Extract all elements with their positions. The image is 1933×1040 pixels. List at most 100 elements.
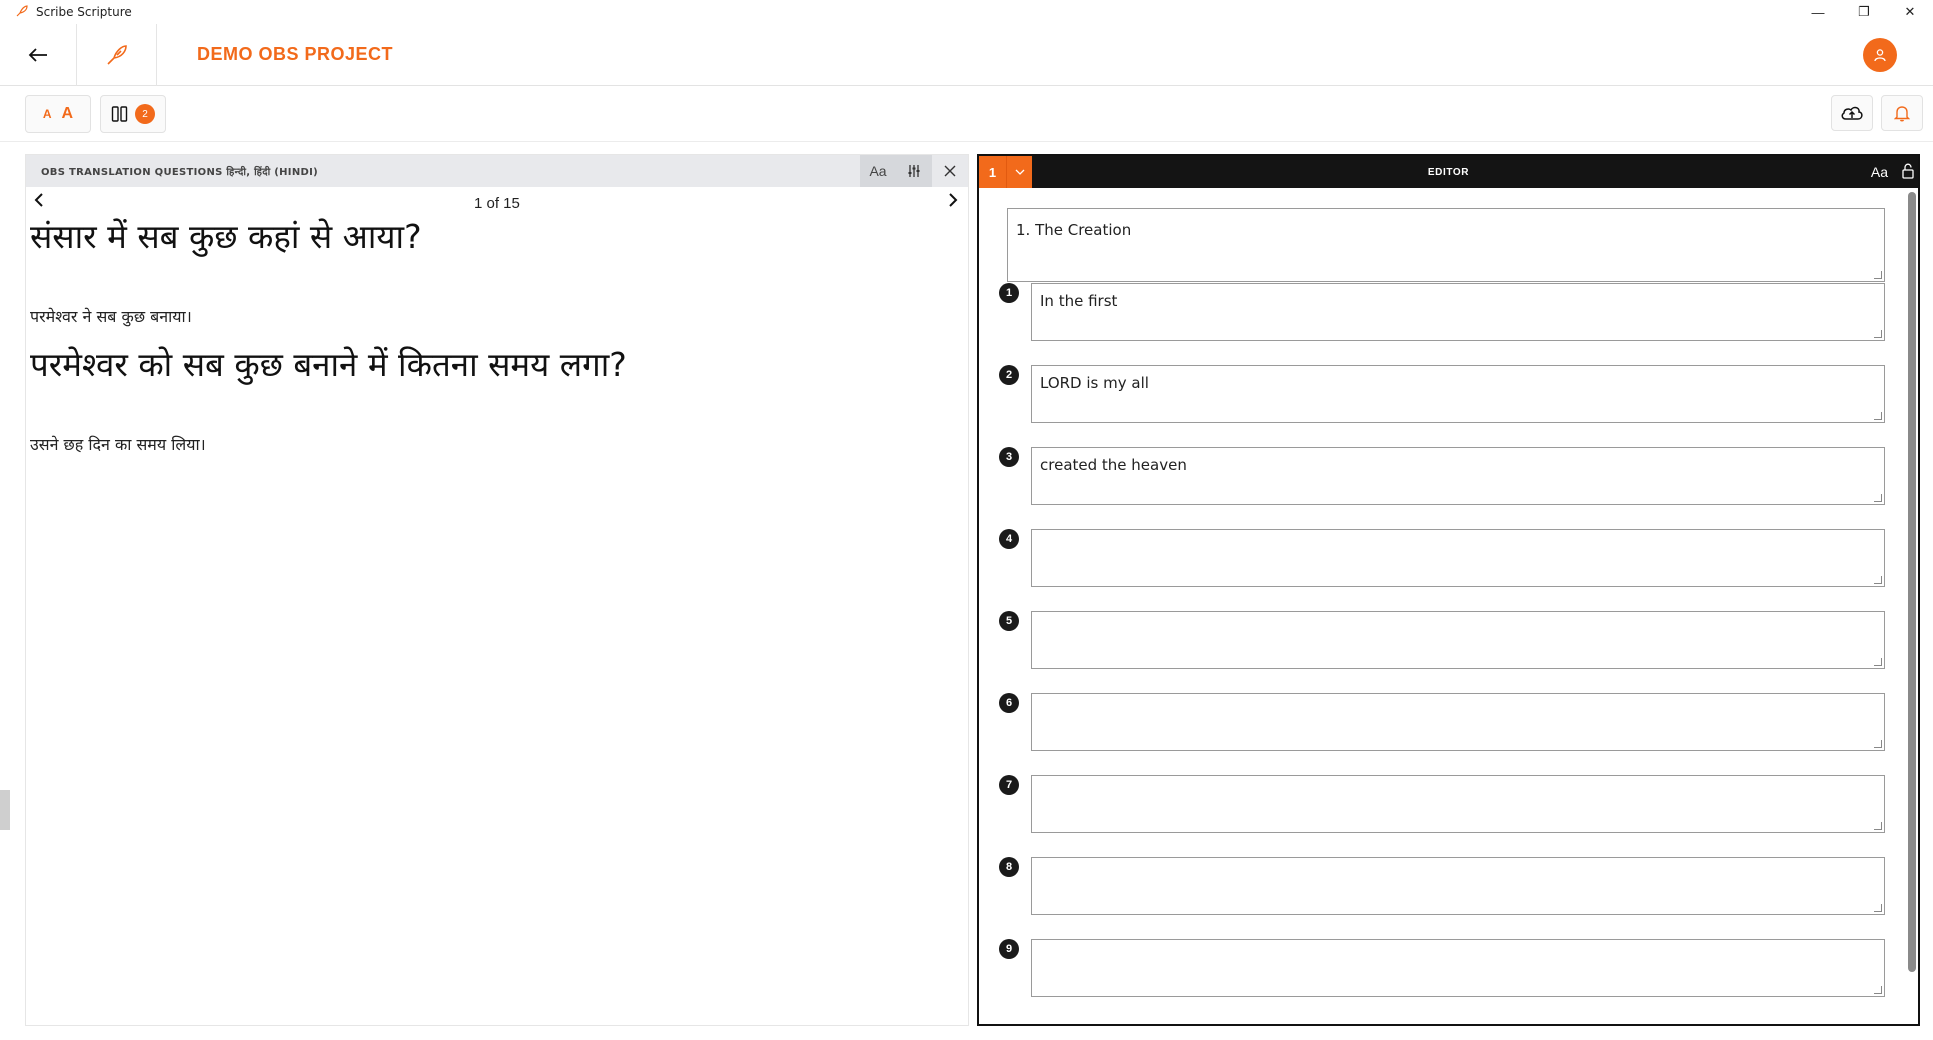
window-controls: — ❐ ✕	[1795, 0, 1933, 24]
resize-grip[interactable]	[1874, 412, 1882, 420]
minimize-button[interactable]: —	[1795, 0, 1841, 24]
project-title: DEMO OBS PROJECT	[197, 44, 394, 64]
frame-text-field[interactable]	[1031, 775, 1885, 833]
frame-text-field[interactable]	[1031, 857, 1885, 915]
close-icon	[944, 165, 956, 177]
frame-number: 9	[999, 939, 1019, 959]
frame-number: 1	[999, 283, 1019, 303]
question-text: परमेश्वर को सब कुछ बनाने में कितना समय ल…	[30, 345, 627, 384]
frame-number: 4	[999, 529, 1019, 549]
frame-number: 6	[999, 693, 1019, 713]
story-title-field[interactable]: 1. The Creation	[1007, 208, 1885, 282]
close-window-button[interactable]: ✕	[1887, 0, 1933, 24]
resource-pane-header: OBS TRANSLATION QUESTIONS हिन्दी, हिंदी …	[26, 155, 968, 187]
window-title: Scribe Scripture	[36, 5, 132, 19]
app-logo	[77, 23, 157, 86]
frame-row: 9	[999, 939, 1885, 999]
frame-text-field[interactable]: LORD is my all	[1031, 365, 1885, 423]
layout-button[interactable]: 2	[100, 95, 166, 133]
frame-text: LORD is my all	[1040, 374, 1149, 392]
frame-number: 7	[999, 775, 1019, 795]
frame-row: 8	[999, 857, 1885, 917]
resource-pane: OBS TRANSLATION QUESTIONS हिन्दी, हिंदी …	[25, 154, 969, 1026]
next-page-button[interactable]	[948, 191, 958, 212]
page-count: 1 of 15	[474, 195, 520, 212]
resource-settings-button[interactable]	[896, 155, 932, 187]
resize-grip[interactable]	[1874, 494, 1882, 502]
editor-scrollbar[interactable]	[1908, 192, 1916, 972]
decrease-font-button[interactable]: A	[43, 107, 52, 121]
resize-grip[interactable]	[1874, 576, 1882, 584]
back-button[interactable]	[0, 23, 77, 86]
frame-text-field[interactable]: In the first	[1031, 283, 1885, 341]
editor-font-button[interactable]: Aa	[1871, 164, 1888, 180]
frame-row: 7	[999, 775, 1885, 835]
resize-grip[interactable]	[1874, 330, 1882, 338]
editor-pane: 1 EDITOR Aa 1. The Creation 1 In the fir…	[977, 154, 1920, 1026]
notifications-button[interactable]	[1881, 95, 1923, 131]
resource-pane-title: OBS TRANSLATION QUESTIONS हिन्दी, हिंदी …	[41, 167, 318, 178]
columns-icon	[111, 106, 128, 122]
resize-grip[interactable]	[1874, 271, 1882, 279]
arrow-left-icon	[28, 47, 47, 62]
resize-grip[interactable]	[1874, 986, 1882, 994]
question-text: संसार में सब कुछ कहां से आया?	[30, 217, 422, 256]
bell-icon	[1894, 106, 1910, 122]
frame-text-field[interactable]	[1031, 611, 1885, 669]
user-menu-button[interactable]	[1863, 38, 1897, 72]
chapter-number[interactable]: 1	[979, 156, 1006, 188]
lock-button[interactable]	[1902, 163, 1914, 182]
chapter-dropdown-button[interactable]	[1006, 156, 1032, 188]
frame-text-field[interactable]: created the heaven	[1031, 447, 1885, 505]
frame-number: 8	[999, 857, 1019, 877]
app-window: Scribe Scripture — ❐ ✕ DEMO OBS PROJECT …	[0, 0, 1933, 1040]
chevron-down-icon	[1015, 169, 1024, 175]
resource-close-button[interactable]	[932, 155, 968, 187]
frame-row: 6	[999, 693, 1885, 753]
app-header: DEMO OBS PROJECT	[0, 23, 1933, 86]
frame-text-field[interactable]	[1031, 693, 1885, 751]
layout-count-badge: 2	[135, 104, 155, 124]
frame-text: In the first	[1040, 292, 1118, 310]
chevron-right-icon	[949, 193, 958, 207]
frame-number: 5	[999, 611, 1019, 631]
frame-row: 5	[999, 611, 1885, 671]
font-aa-icon: Aa	[869, 163, 887, 179]
editor-header: 1 EDITOR Aa	[979, 156, 1918, 188]
previous-page-button[interactable]	[34, 191, 44, 212]
frame-text-field[interactable]	[1031, 939, 1885, 997]
frame-row: 4	[999, 529, 1885, 589]
frame-text: created the heaven	[1040, 456, 1187, 474]
answer-text: उसने छह दिन का समय लिया।	[30, 435, 206, 454]
editor-tools: Aa	[1871, 156, 1914, 188]
font-size-controls: A A	[25, 95, 91, 133]
frame-number: 3	[999, 447, 1019, 467]
sync-button[interactable]	[1831, 95, 1873, 131]
app-quill-icon	[16, 5, 30, 19]
cloud-upload-icon	[1841, 106, 1863, 120]
frame-text-field[interactable]	[1031, 529, 1885, 587]
resource-pane-tools: Aa	[860, 155, 968, 187]
window-edge-scrollbar[interactable]	[0, 790, 10, 830]
resize-grip[interactable]	[1874, 822, 1882, 830]
editor-body: 1. The Creation 1 In the first 2 LORD is…	[979, 188, 1904, 1024]
user-icon	[1874, 49, 1886, 62]
increase-font-button[interactable]: A	[62, 105, 74, 123]
frame-row: 2 LORD is my all	[999, 365, 1885, 425]
window-titlebar: Scribe Scripture — ❐ ✕	[0, 0, 1933, 24]
frame-row: 1 In the first	[999, 283, 1885, 343]
frame-row: 3 created the heaven	[999, 447, 1885, 507]
frame-number: 2	[999, 365, 1019, 385]
resize-grip[interactable]	[1874, 740, 1882, 748]
sliders-icon	[908, 165, 920, 177]
restore-button[interactable]: ❐	[1841, 0, 1887, 24]
editor-title: EDITOR	[1427, 166, 1470, 178]
toolbar: A A 2	[0, 87, 1933, 142]
resize-grip[interactable]	[1874, 904, 1882, 912]
quill-icon	[106, 44, 127, 65]
lock-icon	[1902, 163, 1914, 179]
chevron-left-icon	[34, 193, 43, 207]
resource-font-button[interactable]: Aa	[860, 155, 896, 187]
resize-grip[interactable]	[1874, 658, 1882, 666]
answer-text: परमेश्वर ने सब कुछ बनाया।	[30, 307, 192, 326]
